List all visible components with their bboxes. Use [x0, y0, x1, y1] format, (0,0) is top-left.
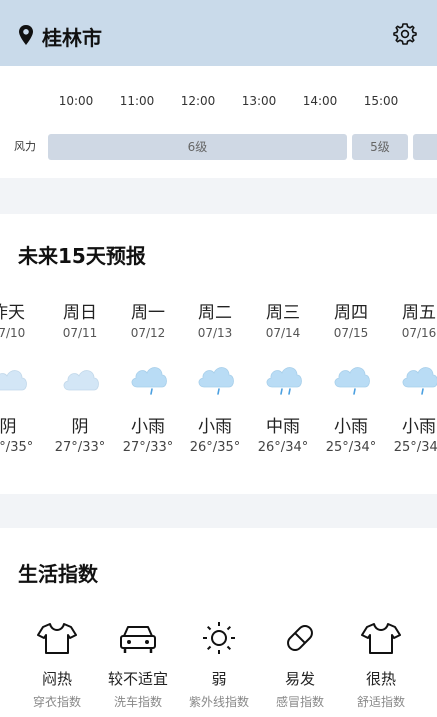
forecast-weekday: 周三: [266, 303, 300, 323]
hour-label: 10:00: [58, 94, 94, 108]
moderate-rain-icon: [266, 367, 302, 395]
wind-segment: [413, 134, 437, 160]
forecast-date: 07/12: [130, 326, 166, 340]
forecast-weekday: 周五: [402, 303, 436, 323]
light-rain-icon: [131, 367, 167, 395]
forecast-day[interactable]: 周日 07/11 阴 27°/33°: [46, 298, 114, 455]
life-index-name: 洗车指数: [113, 695, 162, 709]
cloud-icon: [0, 370, 27, 391]
forecast-weekday: 昨天: [0, 303, 25, 323]
life-index-item[interactable]: 弱紫外线指数: [176, 618, 262, 710]
forecast-condition: 阴: [0, 417, 17, 437]
city-name[interactable]: 桂林市: [42, 22, 102, 51]
forecast-condition: 小雨: [334, 417, 368, 437]
light-rain-icon: [402, 367, 437, 395]
life-index-name: 紫外线指数: [188, 695, 249, 709]
gear-icon[interactable]: [393, 22, 417, 46]
forecast-day[interactable]: 周三 07/14 中雨 26°/34°: [249, 298, 317, 455]
life-index-value: 较不适宜: [107, 670, 168, 688]
life-index-value: 易发: [284, 670, 315, 688]
wind-segment: 5级: [352, 134, 408, 160]
life-index-title: 生活指数: [18, 562, 98, 586]
forecast-date: 07/16: [401, 326, 437, 340]
forecast-day[interactable]: 周五 07/16 小雨 25°/34°: [385, 298, 437, 455]
forecast-date: 07/14: [265, 326, 301, 340]
forecast-temperature: 25°/34°: [325, 440, 377, 455]
pill-icon: [287, 625, 313, 651]
hour-label: 15:00: [363, 94, 399, 108]
life-index-item[interactable]: 易发 感冒指数: [257, 618, 343, 710]
life-index-item[interactable]: 较不适宜 洗车指数: [95, 618, 181, 710]
cloud-icon: [63, 370, 99, 391]
life-index-value: 很热: [365, 670, 396, 688]
forecast-temperature: 27°/33°: [122, 440, 174, 455]
forecast-temperature: 25°/34°: [393, 440, 437, 455]
tshirt-icon: [361, 623, 401, 654]
forecast-condition: 中雨: [266, 417, 300, 437]
sun-icon: [203, 622, 235, 654]
forecast-day[interactable]: 周四 07/15 小雨 25°/34°: [317, 298, 385, 455]
light-rain-icon: [198, 367, 234, 395]
forecast-temperature: 27°/35°: [0, 440, 34, 455]
location-pin-icon: [19, 25, 33, 45]
wind-segment: 6级: [48, 134, 347, 160]
forecast-weekday: 周日: [63, 303, 97, 323]
forecast-title: 未来15天预报: [18, 244, 146, 268]
forecast-day[interactable]: 周二 07/13 小雨 26°/35°: [181, 298, 249, 455]
forecast-weekday: 周二: [198, 303, 232, 323]
hourly-forecast[interactable]: 10:00 11:00 12:00 13:00 14:00 15:00 风力 6…: [0, 66, 437, 178]
forecast-section[interactable]: 未来15天预报 昨天07/10阴27°/35°周日07/11阴27°/33°周一…: [0, 214, 437, 494]
forecast-day[interactable]: 昨天 07/10 阴 27°/35°: [0, 298, 42, 455]
life-index-section: 生活指数 闷热 穿衣指数 较不适宜 洗车指数弱紫外线指数 易发 感冒指数 很热 舒适指数: [0, 528, 437, 717]
life-index-name: 穿衣指数: [32, 695, 81, 709]
hour-label: 11:00: [119, 94, 155, 108]
light-rain-icon: [334, 367, 370, 395]
hour-label: 12:00: [180, 94, 216, 108]
life-index-name: 舒适指数: [356, 695, 405, 709]
forecast-date: 07/11: [62, 326, 98, 340]
car-icon: [120, 626, 156, 653]
forecast-date: 07/13: [197, 326, 233, 340]
forecast-condition: 小雨: [131, 417, 165, 437]
header-bar: 桂林市: [0, 0, 437, 66]
life-index-item[interactable]: 闷热 穿衣指数: [14, 618, 100, 710]
hour-label: 14:00: [302, 94, 338, 108]
forecast-day[interactable]: 周一 07/12 小雨 27°/33°: [114, 298, 182, 455]
life-index-value: 弱: [211, 670, 227, 688]
life-index-name: 感冒指数: [275, 695, 324, 709]
forecast-temperature: 26°/35°: [189, 440, 241, 455]
forecast-date: 07/15: [333, 326, 369, 340]
life-index-item[interactable]: 很热 舒适指数: [338, 618, 424, 710]
section-divider: [0, 178, 437, 214]
tshirt-icon: [37, 623, 77, 654]
hour-label: 13:00: [241, 94, 277, 108]
section-divider: [0, 494, 437, 528]
forecast-date: 07/10: [0, 326, 26, 340]
life-index-value: 闷热: [41, 670, 72, 688]
forecast-condition: 小雨: [198, 417, 232, 437]
forecast-weekday: 周四: [334, 303, 368, 323]
forecast-weekday: 周一: [131, 303, 165, 323]
forecast-temperature: 26°/34°: [257, 440, 309, 455]
forecast-condition: 阴: [71, 417, 89, 437]
wind-label: 风力: [14, 140, 36, 153]
forecast-condition: 小雨: [402, 417, 436, 437]
forecast-temperature: 27°/33°: [54, 440, 106, 455]
